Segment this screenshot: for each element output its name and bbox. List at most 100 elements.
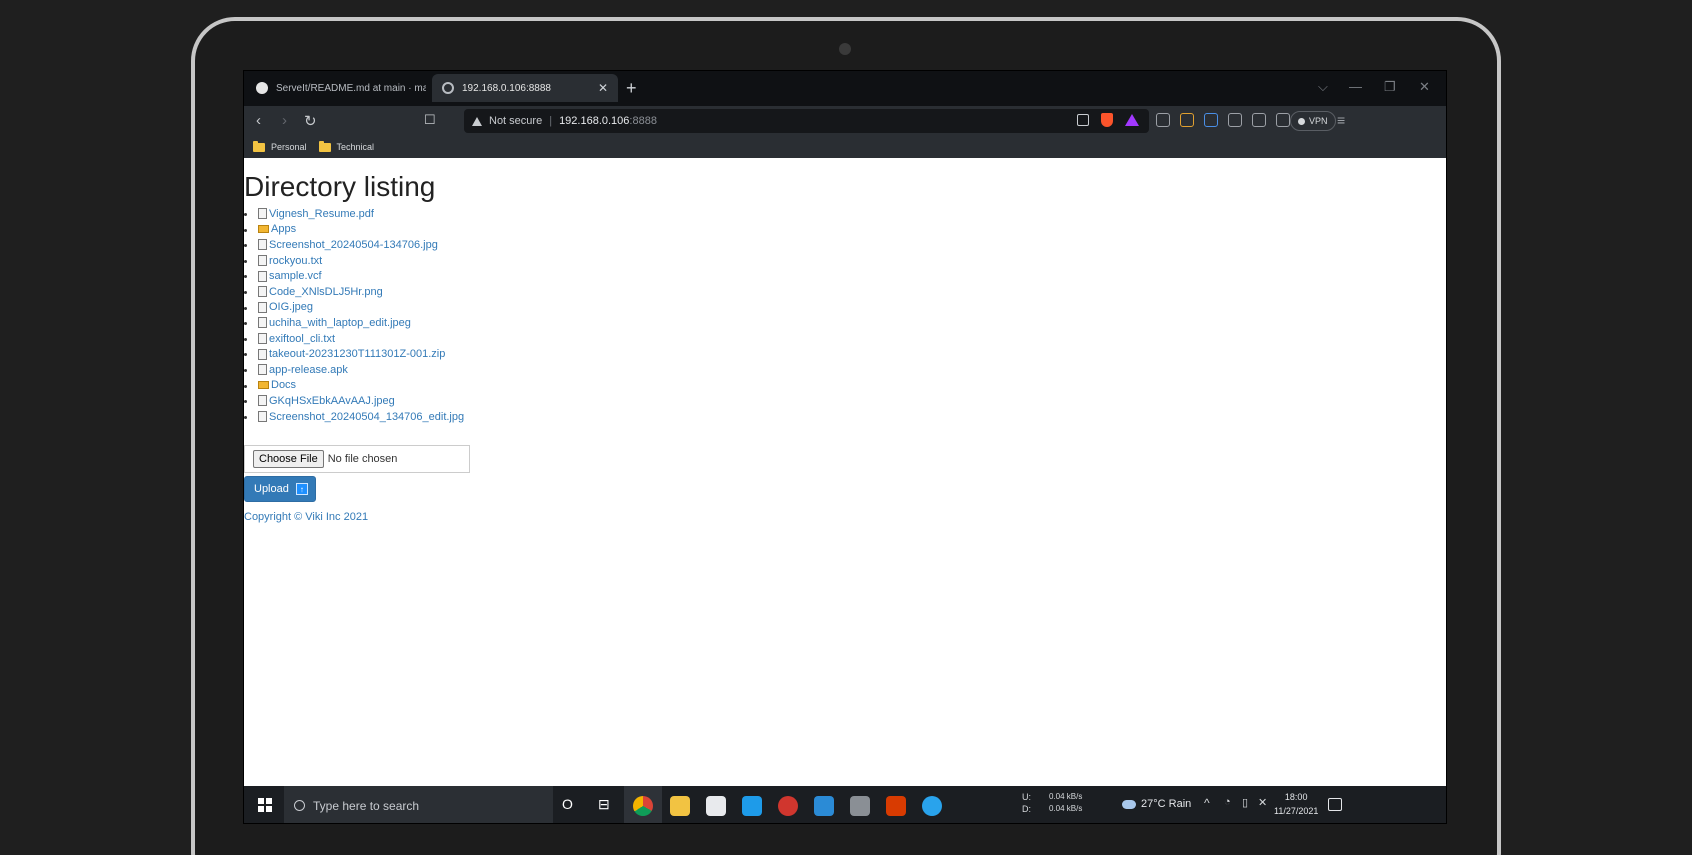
extensions-area: [1156, 113, 1290, 127]
office-icon[interactable]: [886, 796, 906, 816]
list-item: Apps: [244, 222, 464, 238]
search-placeholder: Type here to search: [313, 798, 420, 813]
list-item: rockyou.txt: [244, 253, 464, 269]
windows-start-icon[interactable]: [258, 798, 272, 812]
brave-rewards-icon[interactable]: [1125, 114, 1139, 126]
menu-icon[interactable]: ≡: [1337, 112, 1345, 128]
net-down-speed: 0.04 kB/s: [1049, 804, 1083, 813]
forward-button[interactable]: ›: [282, 112, 287, 129]
warning-icon: [472, 116, 482, 126]
folder-icon: [318, 140, 331, 152]
task-view-icon[interactable]: ⊟: [598, 796, 618, 816]
extension-icon[interactable]: [1180, 113, 1194, 127]
translate-extension-icon[interactable]: [1204, 113, 1218, 127]
file-link[interactable]: Vignesh_Resume.pdf: [269, 208, 374, 220]
github-icon: [256, 82, 268, 94]
app-p-icon[interactable]: [778, 796, 798, 816]
clock-time: 18:00: [1284, 792, 1308, 802]
file-link[interactable]: GKqHSxEbkAAvAAJ.jpeg: [269, 395, 395, 407]
choose-file-button[interactable]: Choose File: [253, 450, 324, 468]
chrome-icon[interactable]: [633, 796, 653, 816]
file-link[interactable]: Code_XNlsDLJ5Hr.png: [269, 286, 383, 298]
cortana-icon[interactable]: O: [562, 796, 582, 816]
bookmark-personal[interactable]: Personal: [253, 140, 307, 152]
list-item: takeout-20231230T111301Z-001.zip: [244, 346, 464, 362]
share-icon[interactable]: [1077, 114, 1089, 126]
net-up-label: U:: [1022, 792, 1031, 802]
search-icon: [294, 800, 305, 811]
tab-search-icon[interactable]: ⌵: [1318, 79, 1328, 95]
list-item: Screenshot_20240504_134706_edit.jpg: [244, 409, 464, 425]
vpn-button[interactable]: VPN: [1290, 111, 1336, 131]
vpn-icon: [1298, 117, 1305, 125]
clock[interactable]: 18:00 11/27/2021: [1274, 790, 1318, 818]
file-link[interactable]: Screenshot_20240504_134706_edit.jpg: [269, 411, 464, 423]
extension-icon[interactable]: [1156, 113, 1170, 127]
upload-button[interactable]: Upload ↑: [244, 476, 316, 502]
file-explorer-icon[interactable]: [670, 796, 690, 816]
folder-link[interactable]: Apps: [271, 223, 296, 235]
security-status: Not secure: [489, 115, 543, 127]
list-item: app-release.apk: [244, 362, 464, 378]
file-icon: [258, 239, 267, 251]
bookmark-technical[interactable]: Technical: [318, 140, 375, 152]
screen: ServeIt/README.md at main · many 192.168…: [243, 70, 1447, 824]
file-link[interactable]: Screenshot_20240504-134706.jpg: [269, 239, 438, 251]
tab-github-readme[interactable]: ServeIt/README.md at main · many: [246, 74, 436, 102]
brave-shields-icon[interactable]: [1101, 113, 1113, 127]
address-bar[interactable]: Not secure | 192.168.0.106 :8888: [464, 109, 1149, 133]
wallet-icon[interactable]: [1276, 113, 1290, 127]
folder-icon: [258, 225, 269, 234]
directory-list: Vignesh_Resume.pdf Apps Screenshot_20240…: [244, 206, 464, 424]
taskbar-search[interactable]: Type here to search: [284, 786, 553, 823]
weather-widget[interactable]: 27°C Rain: [1122, 798, 1191, 810]
bookmark-label: Personal: [271, 142, 307, 152]
back-button[interactable]: ‹: [256, 112, 261, 129]
maximize-button[interactable]: ❐: [1384, 79, 1396, 95]
store-icon[interactable]: [706, 796, 726, 816]
file-icon: [258, 301, 267, 313]
sidebar-icon[interactable]: [1252, 113, 1266, 127]
wifi-icon[interactable]: ◔: [1224, 796, 1231, 808]
url-port: :8888: [629, 115, 657, 127]
page-title: Directory listing: [244, 171, 436, 202]
tab-directory-listing[interactable]: 192.168.0.106:8888 ✕: [432, 74, 618, 102]
file-input[interactable]: Choose File No file chosen: [244, 445, 470, 473]
list-item: GKqHSxEbkAAvAAJ.jpeg: [244, 393, 464, 409]
reload-button[interactable]: ↻: [304, 112, 317, 130]
file-link[interactable]: exiftool_cli.txt: [269, 333, 335, 345]
vscode-icon[interactable]: [814, 796, 834, 816]
tab-strip: ServeIt/README.md at main · many 192.168…: [244, 71, 1446, 106]
list-item: sample.vcf: [244, 268, 464, 284]
minimize-button[interactable]: —: [1349, 79, 1362, 94]
file-icon: [258, 208, 267, 220]
file-link[interactable]: rockyou.txt: [269, 255, 322, 267]
folder-link[interactable]: Docs: [271, 379, 296, 391]
bookmark-label: Technical: [336, 142, 375, 152]
tab-title: ServeIt/README.md at main · many: [276, 82, 426, 94]
file-link[interactable]: takeout-20231230T111301Z-001.zip: [269, 348, 445, 360]
remote-icon[interactable]: [742, 796, 762, 816]
url-host: 192.168.0.106: [559, 115, 630, 127]
photos-icon[interactable]: [850, 796, 870, 816]
app-bird-icon[interactable]: [922, 796, 942, 816]
file-icon: [258, 348, 267, 360]
chevron-up-icon[interactable]: ^: [1204, 796, 1210, 810]
bookmark-icon[interactable]: ☐: [424, 112, 436, 128]
close-window-button[interactable]: ✕: [1419, 79, 1430, 95]
close-tab-icon[interactable]: ✕: [598, 81, 608, 95]
volume-muted-icon[interactable]: ✕: [1258, 796, 1267, 809]
file-link[interactable]: sample.vcf: [269, 270, 322, 282]
file-link[interactable]: OIG.jpeg: [269, 301, 313, 313]
upload-icon: ↑: [295, 483, 308, 495]
net-up-speed: 0.04 kB/s: [1049, 792, 1083, 801]
battery-icon[interactable]: ▯: [1242, 796, 1248, 809]
file-icon: [258, 255, 267, 267]
file-link[interactable]: app-release.apk: [269, 364, 348, 376]
new-tab-button[interactable]: +: [626, 78, 637, 99]
puzzle-extensions-icon[interactable]: [1228, 113, 1242, 127]
file-link[interactable]: uchiha_with_laptop_edit.jpeg: [269, 317, 411, 329]
notification-icon[interactable]: [1328, 798, 1342, 811]
file-icon: [258, 333, 267, 345]
weather-text: 27°C Rain: [1141, 798, 1192, 810]
